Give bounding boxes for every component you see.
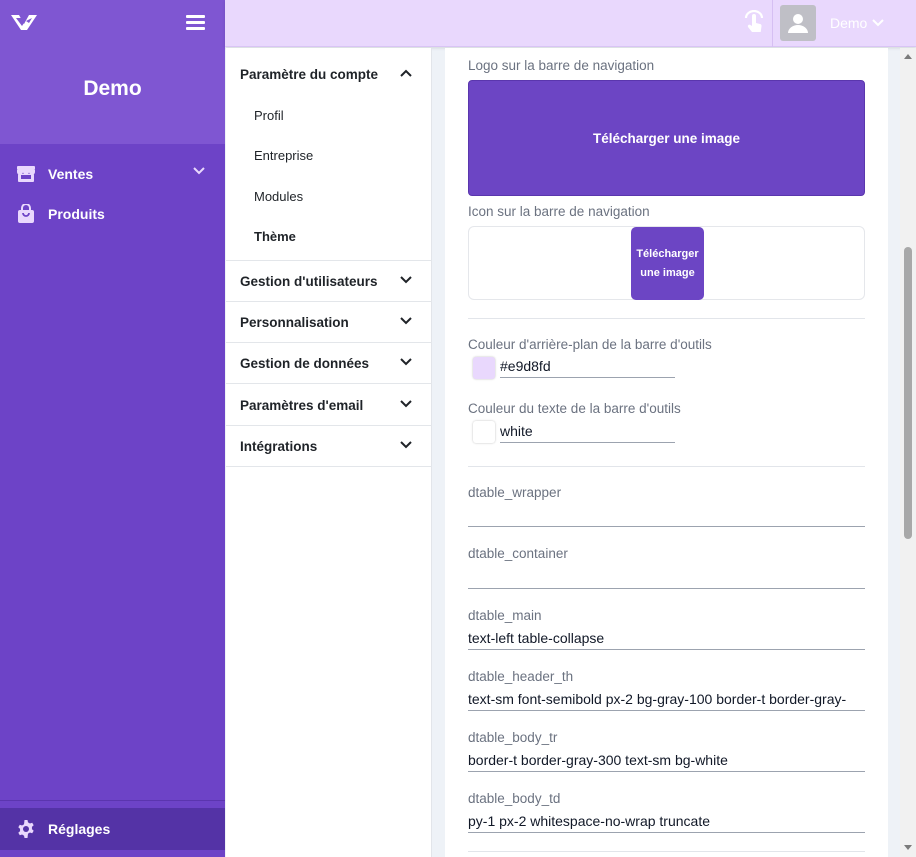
user-menu[interactable]: Demo: [830, 15, 885, 31]
menu-toggle-icon[interactable]: [186, 15, 205, 31]
field-label: dtable_container: [468, 546, 568, 561]
menu-section-label: Paramètres d'email: [240, 397, 364, 413]
scroll-down-arrow-icon[interactable]: [904, 845, 912, 850]
menu-section-personnalisation[interactable]: Personnalisation: [226, 302, 432, 343]
toolbar-text-swatch[interactable]: [473, 421, 495, 443]
toolbar-bg-input[interactable]: #e9d8fd: [500, 356, 675, 378]
toolbar-bg-swatch[interactable]: [473, 357, 495, 379]
upload-icon-button[interactable]: Télécharger une image: [631, 227, 704, 300]
sidebar: Demo Ventes Produits Réglages: [0, 0, 225, 857]
icon-upload-box: Télécharger une image: [468, 226, 865, 300]
section-divider: [468, 466, 865, 467]
dtable-body-tr-input[interactable]: border-t border-gray-300 text-sm bg-whit…: [468, 750, 865, 772]
menu-section-email[interactable]: Paramètres d'email: [226, 385, 432, 426]
navbar-logo-label: Logo sur la barre de navigation: [468, 58, 655, 73]
dtable-main-input[interactable]: text-left table-collapse: [468, 628, 865, 650]
chevron-down-icon: [400, 276, 412, 284]
theme-settings-panel: Logo sur la barre de navigation Téléchar…: [445, 48, 888, 857]
topbar: Demo: [225, 0, 916, 47]
menu-item-entreprise[interactable]: Entreprise: [254, 148, 313, 163]
field-label: dtable_body_td: [468, 791, 561, 806]
menu-section-label: Paramètre du compte: [240, 66, 379, 82]
menu-item-theme[interactable]: Thème: [254, 229, 296, 244]
avatar[interactable]: [780, 5, 816, 41]
touch-icon[interactable]: [743, 10, 765, 34]
menu-item-modules[interactable]: Modules: [254, 189, 303, 204]
menu-section-account[interactable]: Paramètre du compte: [226, 54, 432, 94]
upload-button-label-line1: Télécharger: [636, 247, 699, 260]
sidebar-item-label: Réglages: [48, 821, 111, 837]
gear-icon: [18, 820, 34, 838]
chevron-down-icon: [400, 441, 412, 449]
store-icon: [16, 164, 36, 184]
upload-button-label: Télécharger une image: [592, 130, 741, 146]
sidebar-item-ventes[interactable]: Ventes: [0, 154, 225, 194]
menu-section-label: Gestion d'utilisateurs: [240, 273, 378, 289]
menu-section-donnees[interactable]: Gestion de données: [226, 343, 432, 384]
toolbar-text-input[interactable]: white: [500, 421, 675, 443]
menu-section-users[interactable]: Gestion d'utilisateurs: [226, 261, 432, 302]
field-label: dtable_main: [468, 608, 542, 623]
section-divider: [468, 851, 865, 852]
menu-section-integrations[interactable]: Intégrations: [226, 426, 432, 467]
chevron-down-icon: [872, 19, 885, 27]
toolbar-text-label: Couleur du texte de la barre d'outils: [468, 401, 681, 416]
chevron-down-icon: [400, 317, 412, 325]
scrollbar-thumb[interactable]: [904, 247, 912, 539]
user-name: Demo: [830, 15, 868, 31]
field-label: dtable_wrapper: [468, 485, 562, 500]
sidebar-item-reglages[interactable]: Réglages: [0, 808, 225, 850]
sidebar-item-label: Produits: [48, 206, 105, 222]
chevron-down-icon: [193, 167, 205, 175]
dtable-body-td-input[interactable]: py-1 px-2 whitespace-no-wrap truncate: [468, 811, 865, 833]
menu-section-label: Gestion de données: [240, 355, 370, 371]
chevron-down-icon: [400, 358, 412, 366]
dtable-container-input[interactable]: [468, 567, 865, 589]
sidebar-divider: [0, 800, 225, 801]
sidebar-item-produits[interactable]: Produits: [0, 194, 225, 234]
shopping-bag-icon: [16, 204, 36, 224]
field-label: dtable_header_th: [468, 669, 574, 684]
upload-button-label-line2: une image: [640, 266, 695, 279]
dtable-wrapper-input[interactable]: [468, 505, 865, 527]
settings-menu: Paramètre du compte Profil Entreprise Mo…: [226, 48, 432, 857]
menu-section-label: Intégrations: [240, 438, 318, 454]
toolbar-bg-label: Couleur d'arrière-plan de la barre d'out…: [468, 337, 712, 352]
menu-item-profil[interactable]: Profil: [254, 108, 284, 123]
section-divider: [468, 318, 865, 319]
brand-name: Demo: [83, 77, 142, 100]
dtable-header-th-input[interactable]: text-sm font-semibold px-2 bg-gray-100 b…: [468, 689, 865, 711]
scroll-up-arrow-icon[interactable]: [904, 54, 912, 59]
sidebar-item-label: Ventes: [48, 166, 94, 182]
chevron-down-icon: [400, 400, 412, 408]
app-logo-icon[interactable]: [10, 12, 38, 32]
topbar-divider: [772, 0, 773, 47]
field-label: dtable_body_tr: [468, 730, 558, 745]
navbar-icon-label: Icon sur la barre de navigation: [468, 204, 650, 219]
sidebar-brand: Demo: [0, 0, 225, 144]
upload-logo-button[interactable]: Télécharger une image: [468, 80, 865, 196]
chevron-up-icon: [400, 69, 412, 77]
menu-section-label: Personnalisation: [240, 314, 349, 330]
avatar-icon: [788, 14, 808, 33]
scrollbar[interactable]: [900, 48, 916, 857]
